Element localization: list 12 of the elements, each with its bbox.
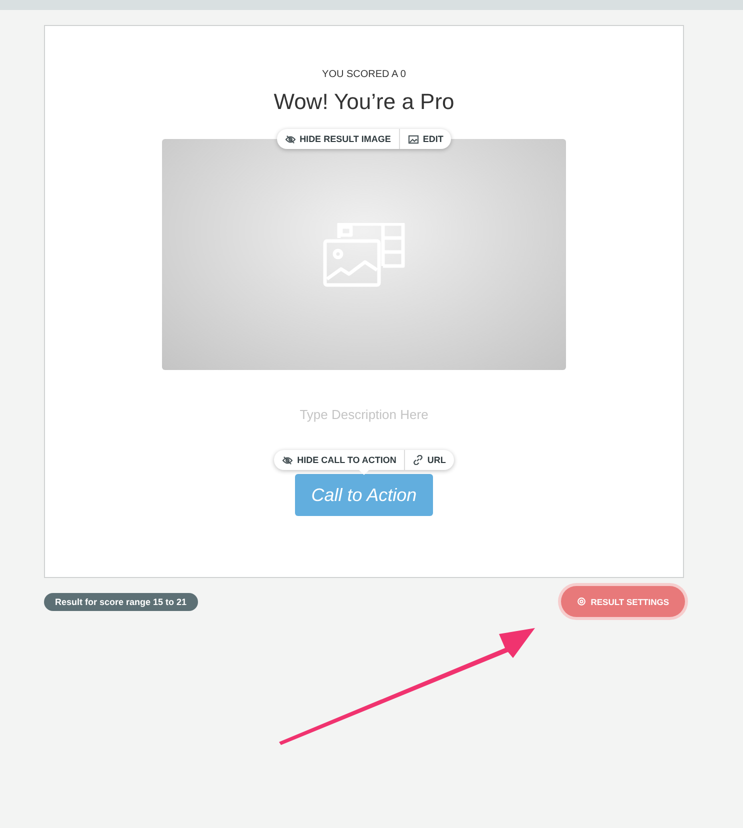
score-range-badge: Result for score range 15 to 21 [44,592,198,610]
link-icon [413,455,424,465]
hide-button[interactable]: HIDE RESULT IMAGE [276,129,399,149]
image-placeholder-icon [323,222,405,286]
image-icon [408,134,419,144]
hide-button[interactable]: HIDE CALL TO ACTION [274,450,404,470]
hidden-eye-icon [284,134,296,144]
hidden-eye-icon [282,456,294,464]
score-label: YOU SCORED A 0 [322,69,406,80]
result-title: Wow! You’re a Pro [274,89,454,115]
settings-icon [576,597,586,606]
url-button[interactable]: URL [404,450,454,470]
